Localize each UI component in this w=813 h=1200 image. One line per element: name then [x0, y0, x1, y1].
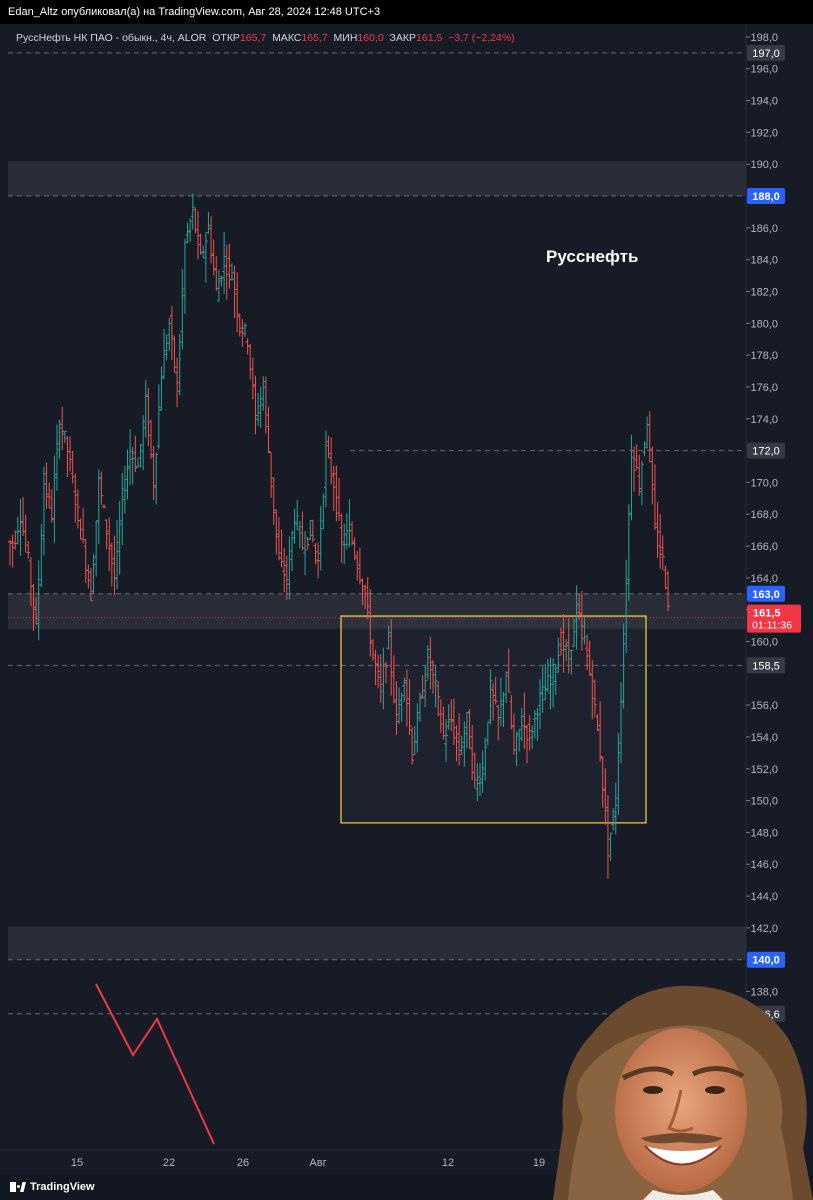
y-tick-label: 152,0 — [750, 764, 778, 776]
level-badge-label: 140,0 — [752, 955, 780, 967]
y-tick-label: 148,0 — [750, 827, 778, 839]
last-price-countdown: 01:11:36 — [752, 620, 792, 632]
y-tick-label: 190,0 — [750, 159, 778, 171]
chart-annotation-title: Русснефть — [546, 247, 638, 266]
y-tick-label: 174,0 — [750, 414, 778, 426]
legend-low-label: МИН — [333, 32, 358, 44]
y-tick-label: 168,0 — [750, 509, 778, 521]
legend-low-value: 160,0 — [357, 32, 384, 44]
y-tick-label: 180,0 — [750, 318, 778, 330]
y-tick-label: 198,0 — [750, 32, 778, 44]
level-badge-label: 172,0 — [752, 446, 780, 458]
legend-high-label: МАКС — [272, 32, 302, 44]
author-photo — [553, 978, 813, 1200]
legend-high-value: 165,7 — [301, 32, 328, 44]
legend-open-label: ОТКР — [212, 32, 240, 44]
y-tick-label: 178,0 — [750, 350, 778, 362]
x-tick-label: 22 — [163, 1157, 175, 1169]
level-badge-label: 197,0 — [752, 48, 780, 60]
legend-close-label: ЗАКР — [389, 32, 417, 44]
y-tick-label: 194,0 — [750, 96, 778, 108]
y-tick-label: 196,0 — [750, 64, 778, 76]
legend-open-value: 165,7 — [239, 32, 267, 44]
portrait-image — [553, 985, 813, 1200]
level-badge-label: 163,0 — [752, 589, 780, 601]
x-tick-label: 26 — [237, 1157, 249, 1169]
legend-change: −3,7 (−2,24%) — [448, 32, 515, 44]
y-tick-label: 192,0 — [750, 127, 778, 139]
tradingview-logo[interactable]: TradingView — [10, 1178, 95, 1196]
support-resistance-zone — [8, 926, 746, 960]
y-tick-label: 166,0 — [750, 541, 778, 553]
legend-symbol: РуссНефть НК ПАО - обыкн., 4ч, ALOR — [16, 32, 207, 44]
y-tick-label: 186,0 — [750, 223, 778, 235]
level-badge-label: 158,5 — [752, 660, 780, 672]
y-tick-label: 154,0 — [750, 732, 778, 744]
tradingview-brand: TradingView — [30, 1181, 95, 1193]
tradingview-logo-icon — [10, 1182, 26, 1192]
level-badge-label: 188,0 — [752, 191, 780, 203]
y-tick-label: 144,0 — [750, 891, 778, 903]
publisher-bar: Edan_Altz опубликовал(а) на TradingView.… — [0, 0, 813, 24]
x-tick-label: 12 — [442, 1157, 454, 1169]
legend-close-value: 161,5 — [416, 32, 443, 44]
y-tick-label: 184,0 — [750, 255, 778, 267]
y-tick-label: 164,0 — [750, 573, 778, 585]
y-tick-label: 146,0 — [750, 859, 778, 871]
x-tick-label: 15 — [71, 1157, 83, 1169]
y-tick-label: 142,0 — [750, 923, 778, 935]
y-tick-label: 182,0 — [750, 286, 778, 298]
y-tick-label: 150,0 — [750, 796, 778, 808]
y-tick-label: 156,0 — [750, 700, 778, 712]
support-resistance-zone — [8, 161, 746, 197]
symbol-legend: РуссНефть НК ПАО - обыкн., 4ч, ALOR ОТКР… — [16, 32, 515, 44]
y-tick-label: 160,0 — [750, 637, 778, 649]
x-tick-label: 19 — [533, 1157, 545, 1169]
x-tick-label: Авг — [309, 1157, 326, 1169]
last-price-label: 161,5 — [753, 608, 781, 620]
y-tick-label: 176,0 — [750, 382, 778, 394]
publisher-line: Edan_Altz опубликовал(а) на TradingView.… — [8, 6, 381, 18]
y-tick-label: 170,0 — [750, 477, 778, 489]
